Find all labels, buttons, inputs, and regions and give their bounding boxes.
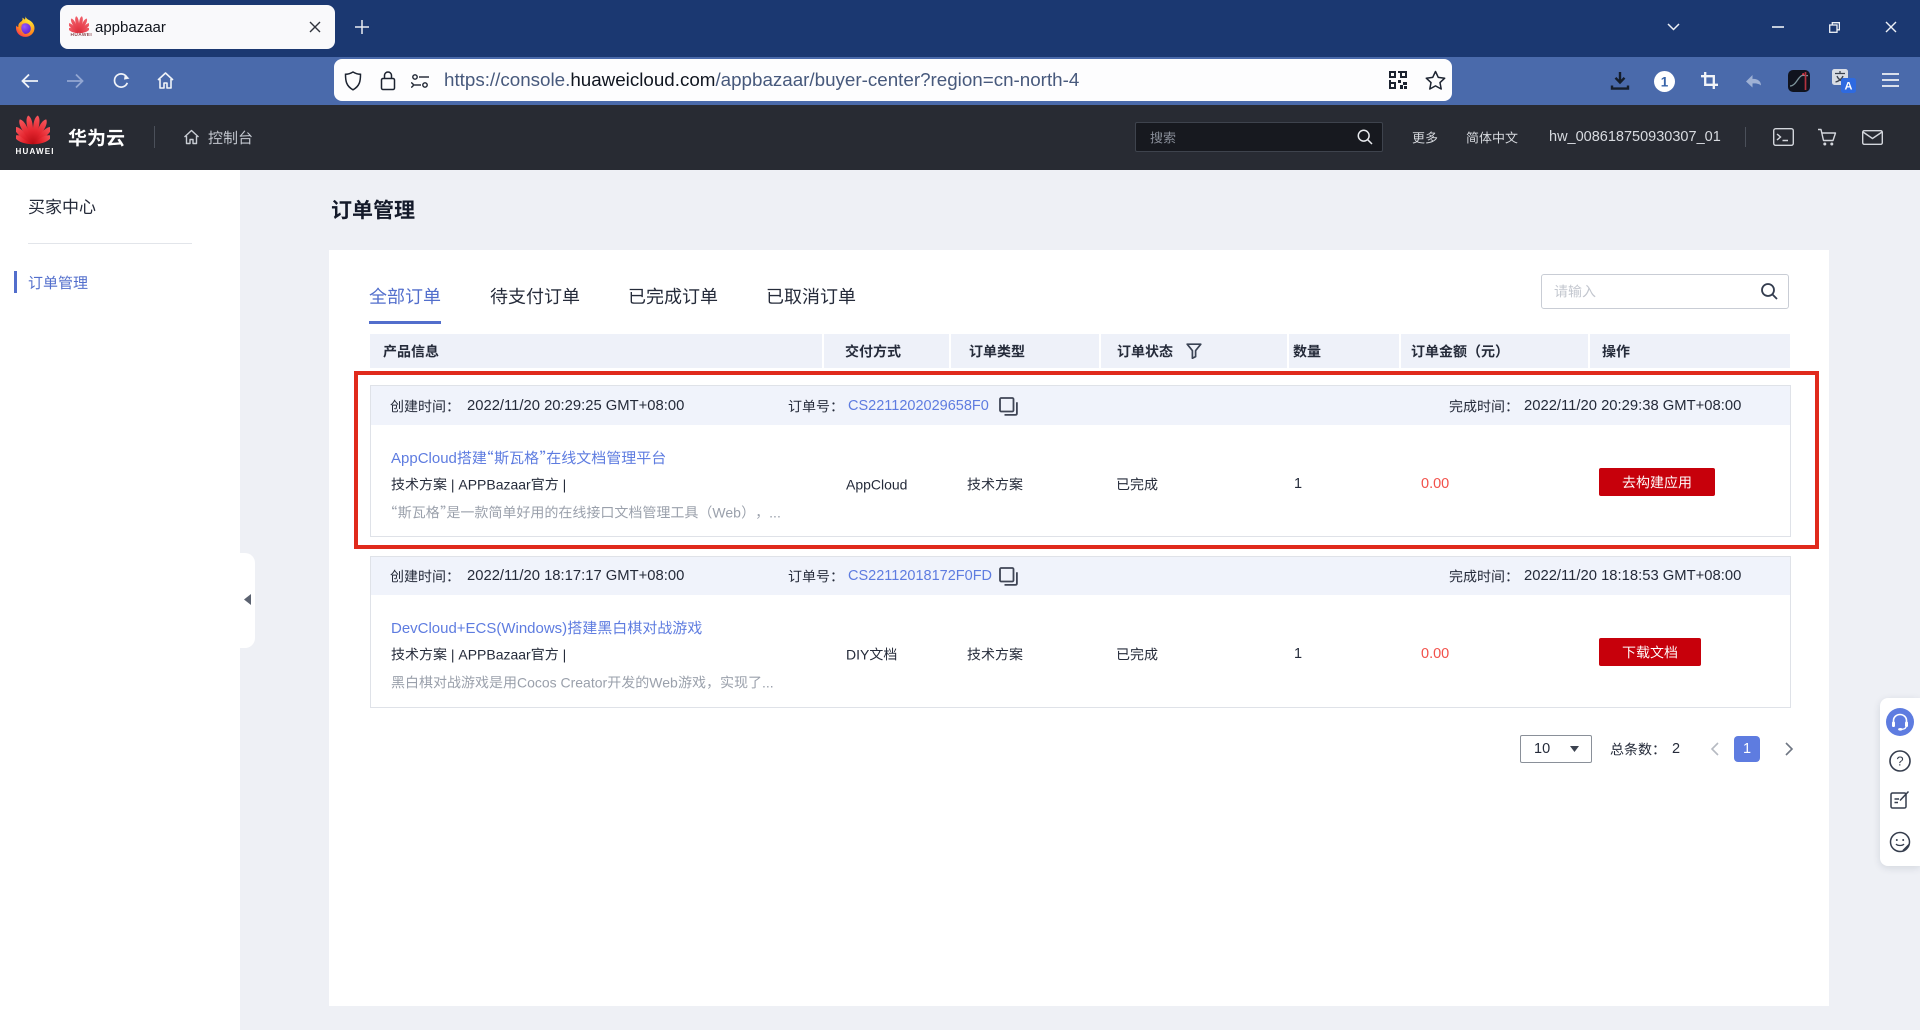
svg-text:DevCloud+ECS(Windows): DevCloud+ECS(Windows) bbox=[391, 620, 567, 637]
svg-text:| APPBazaar: | APPBazaar bbox=[447, 646, 531, 662]
svg-text:DIY: DIY bbox=[846, 646, 870, 662]
svg-text:|: | bbox=[559, 646, 567, 662]
svg-text:...: ... bbox=[762, 674, 774, 690]
svg-text:Cocos Creator: Cocos Creator bbox=[517, 674, 607, 690]
svg-text:A: A bbox=[1845, 81, 1853, 93]
svg-text:Web: Web bbox=[649, 674, 678, 690]
svg-text:1: 1 bbox=[1661, 74, 1669, 89]
svg-text:?: ? bbox=[1896, 754, 1903, 769]
